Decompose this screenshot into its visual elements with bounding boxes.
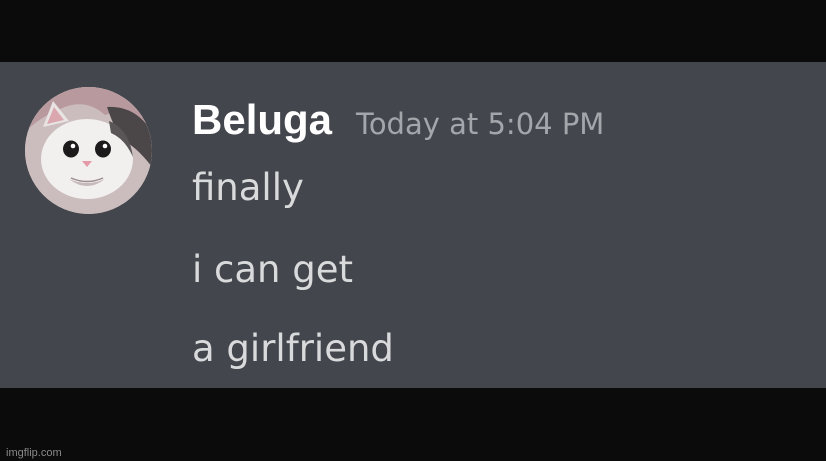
message-line-3: a girlfriend — [192, 327, 394, 370]
message-line-1: finally — [192, 166, 304, 209]
message-timestamp: Today at 5:04 PM — [356, 107, 605, 141]
watermark-text: imgflip.com — [6, 447, 62, 459]
message-line-2: i can get — [192, 248, 354, 291]
top-black-bar — [0, 0, 826, 62]
cat-face-avatar-icon — [25, 87, 152, 214]
bottom-black-bar — [0, 388, 826, 461]
meme-frame: Beluga Today at 5:04 PM finally i can get… — [0, 0, 826, 461]
user-avatar[interactable] — [25, 87, 152, 214]
username[interactable]: Beluga — [192, 96, 332, 143]
chat-message: Beluga Today at 5:04 PM finally i can get… — [0, 62, 826, 388]
message-header: Beluga Today at 5:04 PM — [192, 96, 604, 152]
